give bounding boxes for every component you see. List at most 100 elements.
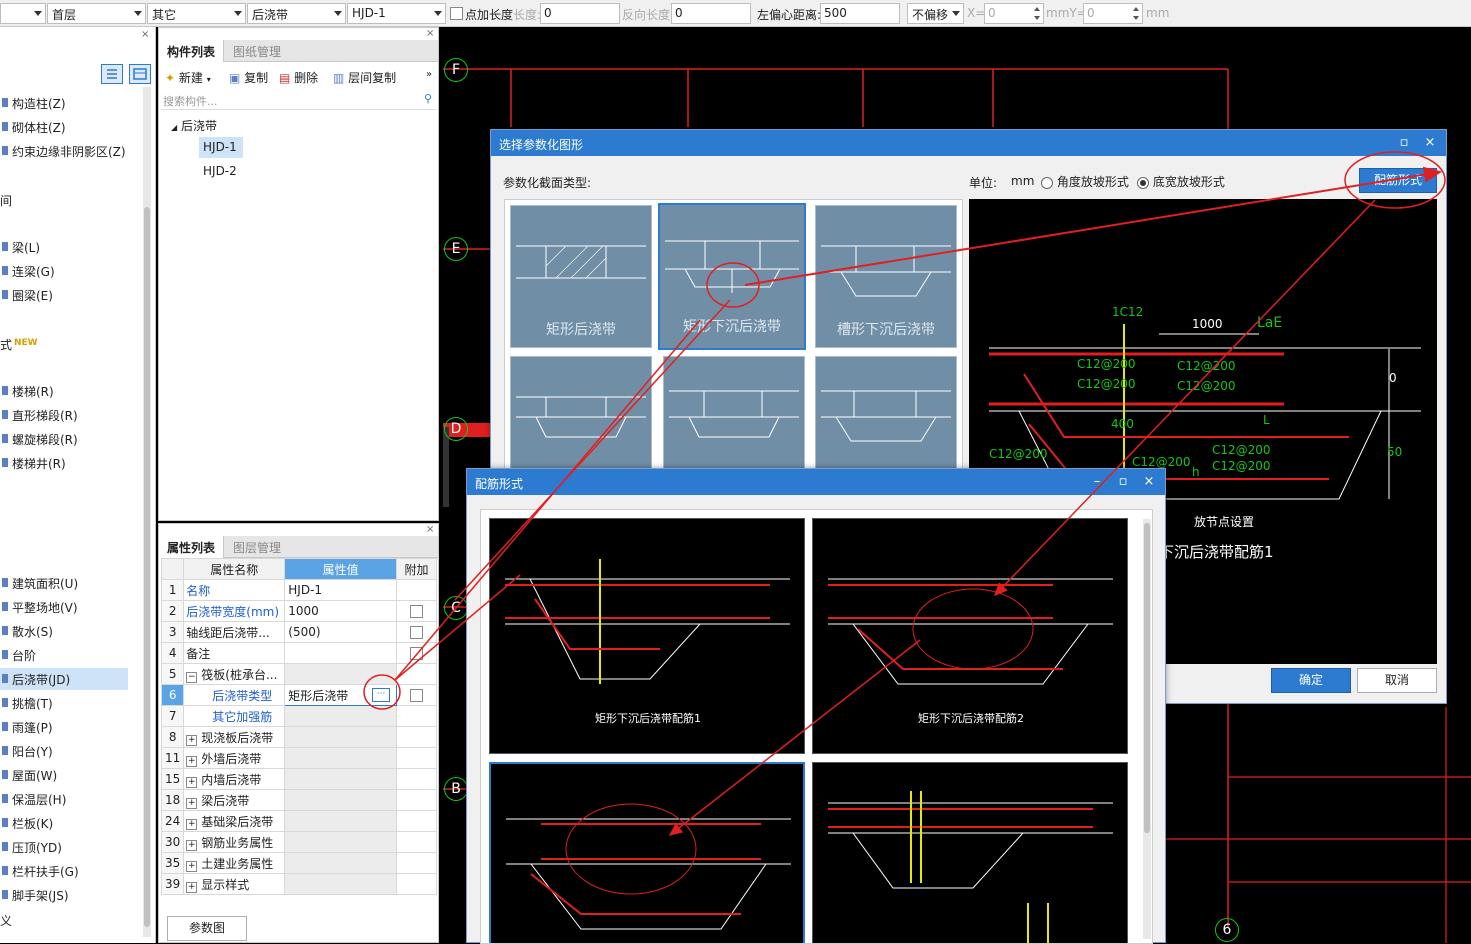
- attach-checkbox[interactable]: [410, 626, 424, 639]
- left-offset-input[interactable]: 500: [820, 3, 900, 24]
- list-view-icon[interactable]: [101, 64, 123, 84]
- shape-tile[interactable]: 矩形后浇带: [510, 205, 652, 348]
- attach-cell[interactable]: [396, 831, 437, 853]
- expand-toggle-icon[interactable]: −: [186, 671, 198, 683]
- property-row[interactable]: 15 + 内墙后浇带: [160, 768, 437, 790]
- property-value[interactable]: [284, 726, 398, 748]
- rebar-scrollbar[interactable]: [1143, 519, 1151, 939]
- close-icon[interactable]: ×: [426, 28, 434, 39]
- tree-item-selected[interactable]: HJD-1: [199, 137, 243, 158]
- floor-select[interactable]: 首层: [47, 3, 146, 24]
- cancel-button[interactable]: 取消: [1357, 668, 1437, 693]
- search-input[interactable]: 搜索构件... ⚲: [161, 90, 436, 110]
- property-value[interactable]: (500): [284, 621, 398, 643]
- nav-item[interactable]: 直形梯段(R): [0, 404, 128, 426]
- tab-drawing-management[interactable]: 图纸管理: [225, 40, 289, 62]
- property-row[interactable]: 30 + 钢筋业务属性: [160, 831, 437, 853]
- property-value[interactable]: [284, 642, 398, 664]
- attach-checkbox[interactable]: [410, 647, 424, 660]
- type-select[interactable]: 其它: [147, 3, 246, 24]
- nav-item[interactable]: 保温层(H): [0, 788, 128, 810]
- rebar-form-button[interactable]: 配筋形式: [1359, 168, 1437, 193]
- copy-button[interactable]: ▣ 复制: [229, 69, 268, 86]
- expand-toggle-icon[interactable]: +: [186, 818, 198, 830]
- ellipsis-icon[interactable]: ···: [372, 688, 391, 702]
- maximize-icon[interactable]: ▫: [1392, 130, 1416, 156]
- tab-property-list[interactable]: 属性列表: [159, 536, 225, 558]
- close-icon[interactable]: ×: [1137, 469, 1161, 495]
- nav-item[interactable]: 阳台(Y): [0, 740, 128, 762]
- property-row[interactable]: 35 + 土建业务属性: [160, 852, 437, 874]
- property-value[interactable]: HJD-1: [284, 579, 398, 601]
- nav-item[interactable]: 梁(L): [0, 236, 128, 258]
- property-row[interactable]: 8 + 现浇板后浇带: [160, 726, 437, 748]
- minimize-icon[interactable]: –: [1085, 469, 1109, 495]
- property-value[interactable]: [284, 747, 398, 769]
- close-icon[interactable]: ×: [426, 524, 434, 535]
- shape-tile[interactable]: [815, 356, 957, 468]
- attach-cell[interactable]: [396, 768, 437, 790]
- close-icon[interactable]: ×: [141, 29, 149, 40]
- nav-item[interactable]: 约束边缘非阴影区(Z): [0, 140, 128, 162]
- nav-item[interactable]: 台阶: [0, 644, 128, 666]
- attach-checkbox[interactable]: [410, 605, 424, 618]
- bottom-width-slope-radio[interactable]: 底宽放坡形式: [1137, 173, 1225, 190]
- nav-item[interactable]: 连梁(G): [0, 260, 128, 282]
- nav-item[interactable]: 屋面(W): [0, 764, 128, 786]
- property-value[interactable]: [284, 768, 398, 790]
- attach-cell[interactable]: [396, 789, 437, 811]
- attach-cell[interactable]: [396, 852, 437, 874]
- search-icon[interactable]: ⚲: [424, 92, 432, 105]
- element-select[interactable]: HJD-1: [347, 3, 446, 24]
- nav-item[interactable]: 平整场地(V): [0, 596, 128, 618]
- ok-button[interactable]: 确定: [1271, 668, 1351, 693]
- nav-item[interactable]: 建筑面积(U): [0, 572, 128, 594]
- property-row[interactable]: 24 + 基础梁后浇带: [160, 810, 437, 832]
- nav-item[interactable]: 楼梯(R): [0, 380, 128, 402]
- tab-layer-management[interactable]: 图层管理: [225, 536, 289, 558]
- tree-root[interactable]: ◢ 后浇带: [171, 117, 217, 134]
- property-value[interactable]: [284, 852, 398, 874]
- property-value[interactable]: [284, 810, 398, 832]
- rebar-tile[interactable]: 矩形下沉后浇带配筋2: [812, 518, 1128, 754]
- property-row[interactable]: 11 + 外墙后浇带: [160, 747, 437, 769]
- expand-toggle-icon[interactable]: +: [186, 839, 198, 851]
- close-icon[interactable]: ×: [1418, 130, 1442, 156]
- maximize-icon[interactable]: ▫: [1111, 469, 1135, 495]
- nav-item[interactable]: 脚手架(JS): [0, 884, 128, 906]
- angle-slope-radio[interactable]: 角度放坡形式: [1041, 173, 1129, 190]
- attach-cell[interactable]: [396, 621, 437, 643]
- attach-cell[interactable]: [396, 579, 437, 601]
- property-value[interactable]: [284, 831, 398, 853]
- shape-tile[interactable]: 槽形下沉后浇带: [815, 205, 957, 348]
- attach-cell[interactable]: [396, 642, 437, 664]
- rebar-tile-selected[interactable]: [489, 762, 805, 943]
- property-row[interactable]: 2 后浇带宽度(mm) 1000: [160, 600, 437, 622]
- property-row[interactable]: 18 + 梁后浇带: [160, 789, 437, 811]
- new-button[interactable]: ✦ 新建 ▾: [165, 69, 211, 86]
- nav-item[interactable]: 楼梯井(R): [0, 452, 128, 474]
- shape-tile[interactable]: [510, 356, 652, 468]
- nav-item[interactable]: 压顶(YD): [0, 836, 128, 858]
- property-row[interactable]: 4 备注: [160, 642, 437, 664]
- attach-cell[interactable]: [396, 747, 437, 769]
- shape-tile[interactable]: [663, 356, 805, 468]
- attach-checkbox[interactable]: [410, 689, 424, 702]
- rebar-tile[interactable]: 矩形下沉后浇带配筋1: [489, 518, 805, 754]
- property-value[interactable]: [284, 789, 398, 811]
- nav-item[interactable]: 砌体柱(Z): [0, 116, 128, 138]
- property-row[interactable]: 3 轴线距后浇带... (500): [160, 621, 437, 643]
- tree-item[interactable]: HJD-2: [199, 161, 241, 181]
- rebar-tile[interactable]: [812, 762, 1128, 943]
- x-coordinate-input[interactable]: 0: [984, 3, 1044, 24]
- length-input[interactable]: 0: [540, 3, 620, 24]
- offset-mode-select[interactable]: 不偏移: [907, 3, 964, 24]
- grid-view-icon[interactable]: [129, 64, 151, 84]
- property-row[interactable]: 1 名称 HJD-1: [160, 579, 437, 601]
- point-length-checkbox[interactable]: [450, 7, 463, 20]
- tab-component-list[interactable]: 构件列表: [159, 40, 225, 62]
- reverse-length-input[interactable]: 0: [671, 3, 751, 24]
- attach-cell[interactable]: [396, 600, 437, 622]
- property-row[interactable]: 39 + 显示样式: [160, 873, 437, 895]
- nav-item[interactable]: 构造柱(Z): [0, 92, 128, 114]
